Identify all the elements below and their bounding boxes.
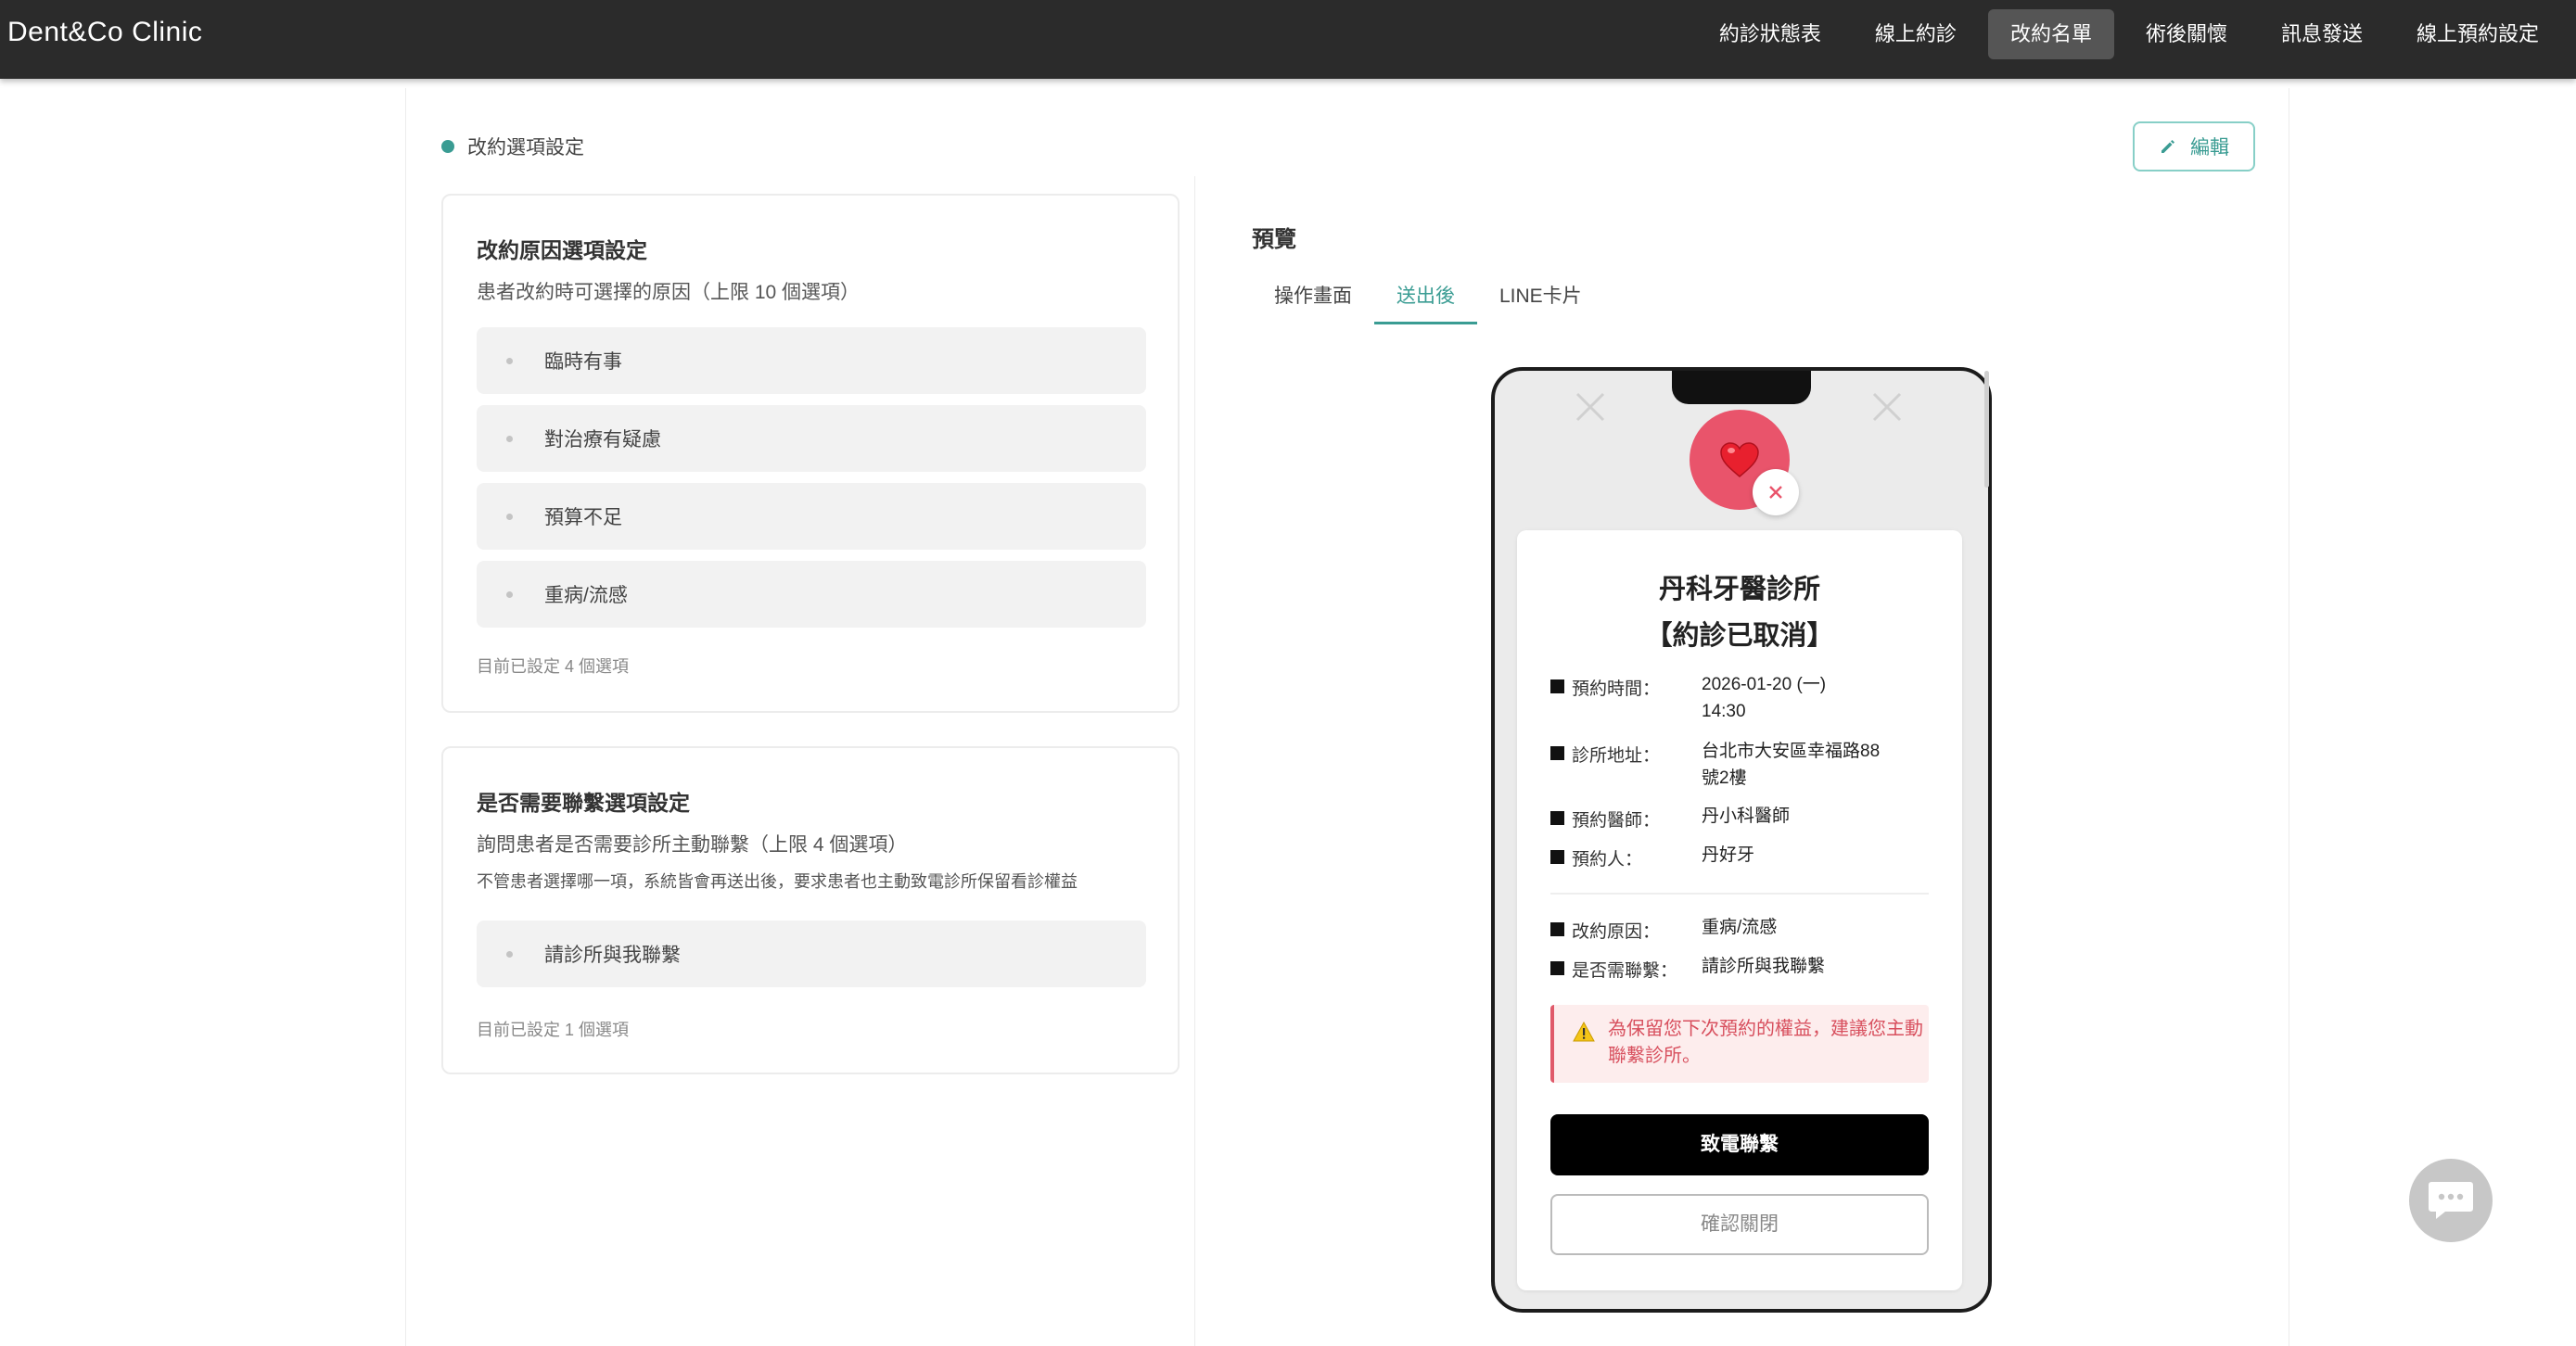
info-key: 預約醫師： [1572,811,1661,831]
reason-option: 預算不足 [477,483,1146,550]
contact-card-subtitle: 詢問患者是否需要診所主動聯繫（上限 4 個選項） [477,834,908,856]
section-dot-icon [441,140,454,153]
info-divider [1550,893,1929,895]
reason-option-label: 臨時有事 [544,351,622,373]
preview-title: 預覽 [1252,227,1296,252]
warning-icon [1573,1022,1595,1042]
reason-option-label: 對治療有疑慮 [544,429,661,451]
cancellation-title: 【約診已取消】 [1645,621,1834,651]
info-row-time: 預約時間： 2026-01-20 (一) 14:30 [1550,675,1868,725]
square-bullet-icon [1550,679,1564,693]
brand-logo-text[interactable]: Dent&Co Clinic [7,17,202,48]
info-key: 診所地址： [1572,746,1661,766]
reschedule-reasons-card: 改約原因選項設定 患者改約時可選擇的原因（上限 10 個選項） 臨時有事 對治療… [441,194,1180,713]
warning-box: 為保留您下次預約的權益，建議您主動聯繫診所。 [1550,1005,1929,1083]
contact-card-note: 不管患者選擇哪一項，系統皆會再送出後，要求患者也主動致電診所保留看診權益 [477,872,1078,891]
square-bullet-icon [1550,811,1564,825]
nav-reschedule-list[interactable]: 改約名單 [1987,9,2114,59]
nav-online-booking-settings[interactable]: 線上預約設定 [2394,9,2561,59]
bullet-icon [506,357,513,364]
chat-widget-button[interactable] [2409,1159,2493,1242]
pencil-icon [2162,140,2174,153]
phone-preview: 丹科牙醫診所 【約診已取消】 預約時間： 2026-01-20 (一) 14:3… [1491,367,1992,1313]
reasons-card-title: 改約原因選項設定 [477,238,647,262]
top-navbar: Dent&Co Clinic 約診狀態表 線上約診 改約名單 術後關懷 訊息發送… [0,0,2576,79]
close-icon [1872,392,1902,422]
settings-panel: 改約選項設定 編輯 改約原因選項設定 患者改約時可選擇的原因（上限 10 個選項… [405,88,2289,1346]
main-nav: 約診狀態表 線上約診 改約名單 術後關懷 訊息發送 線上預約設定 [1697,9,2561,59]
contact-card-title: 是否需要聯繫選項設定 [477,791,690,815]
square-bullet-icon [1550,922,1564,936]
close-icon [1575,392,1605,422]
section-title: 改約選項設定 [467,137,584,159]
tab-line-card[interactable]: LINE卡片 [1477,278,1604,324]
contact-options-card: 是否需要聯繫選項設定 詢問患者是否需要診所主動聯繫（上限 4 個選項） 不管患者… [441,746,1180,1074]
heart-icon [1720,442,1759,477]
square-bullet-icon [1550,961,1564,975]
reasons-card-subtitle: 患者改約時可選擇的原因（上限 10 個選項） [477,282,861,303]
bullet-icon [506,590,513,598]
phone-notch [1672,371,1811,404]
call-clinic-button[interactable]: 致電聯繫 [1550,1114,1929,1175]
info-key: 改約原因： [1572,922,1661,942]
reason-option-label: 預算不足 [544,507,622,528]
preview-tabs: 操作畫面 送出後 LINE卡片 [1252,278,1604,324]
warning-text: 為保留您下次預約的權益，建議您主動聯繫診所。 [1608,1019,1923,1066]
tab-operation-screen[interactable]: 操作畫面 [1252,278,1374,324]
cancel-badge [1753,469,1799,515]
nav-appointment-status[interactable]: 約診狀態表 [1697,9,1843,59]
info-row-reason: 改約原因： 重病/流感 [1550,918,1887,943]
info-row-patient: 預約人： 丹好牙 [1550,845,1887,870]
confirm-close-button[interactable]: 確認關閉 [1550,1194,1929,1255]
info-row-doctor: 預約醫師： 丹小科醫師 [1550,806,1887,832]
info-row-contact: 是否需聯繫： 請診所與我聯繫 [1550,957,1887,982]
square-bullet-icon [1550,746,1564,760]
info-value: 請診所與我聯繫 [1702,957,1826,976]
info-key: 預約時間： [1572,679,1661,699]
edit-button-label: 編輯 [2190,137,2229,159]
contact-option-label: 請診所與我聯繫 [544,945,681,966]
section-header: 改約選項設定 [441,133,584,160]
preview-scrollbar[interactable] [1984,371,1989,488]
nav-message-send[interactable]: 訊息發送 [2259,9,2385,59]
edit-button[interactable]: 編輯 [2133,121,2255,171]
info-value: 重病/流感 [1702,918,1778,937]
contact-option: 請診所與我聯繫 [477,921,1146,987]
contact-count: 目前已設定 1 個選項 [477,1021,630,1039]
column-divider [1194,176,1195,1346]
chat-icon [2429,1182,2473,1219]
clinic-name: 丹科牙醫診所 [1658,575,1820,604]
info-value: 台北市大安區幸福路88號2樓 [1702,742,1881,788]
info-value: 丹好牙 [1702,845,1755,865]
reason-option: 對治療有疑慮 [477,405,1146,472]
reason-option: 臨時有事 [477,327,1146,394]
info-key: 預約人： [1572,850,1643,870]
nav-post-op-care[interactable]: 術後關懷 [2123,9,2250,59]
bullet-icon [506,513,513,520]
info-key: 是否需聯繫： [1572,961,1678,981]
info-value: 丹小科醫師 [1702,806,1791,826]
cancellation-card: 丹科牙醫診所 【約診已取消】 預約時間： 2026-01-20 (一) 14:3… [1517,530,1962,1290]
bullet-icon [506,950,513,958]
reason-option-label: 重病/流感 [544,585,628,606]
info-value: 2026-01-20 (一) 14:30 [1702,675,1827,721]
close-icon [1769,486,1782,499]
info-row-address: 診所地址： 台北市大安區幸福路88號2樓 [1550,742,1883,792]
tab-after-submit[interactable]: 送出後 [1374,278,1477,324]
square-bullet-icon [1550,850,1564,864]
bullet-icon [506,435,513,442]
reason-option: 重病/流感 [477,561,1146,628]
reasons-count: 目前已設定 4 個選項 [477,657,630,676]
nav-online-booking[interactable]: 線上約診 [1853,9,1979,59]
